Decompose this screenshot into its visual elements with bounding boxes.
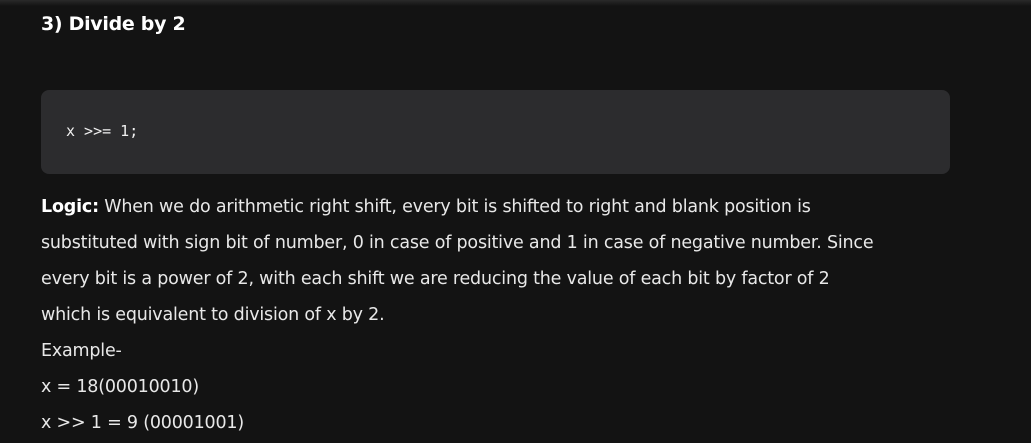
logic-line-text: When we do arithmetic right shift, every… — [98, 197, 811, 217]
example-line: x = 18(00010010) — [41, 377, 199, 397]
logic-line: substituted with sign bit of number, 0 i… — [41, 233, 874, 253]
logic-label: Logic: — [41, 197, 99, 217]
logic-line: every bit is a power of 2, with each shi… — [41, 269, 830, 289]
example-label: Example- — [41, 341, 122, 361]
article-content: Logic: When we do arithmetic right shift… — [41, 189, 941, 441]
section-heading: 3) Divide by 2 — [41, 13, 186, 35]
example-line: x >> 1 = 9 (00001001) — [41, 413, 244, 433]
logic-line: Logic: When we do arithmetic right shift… — [41, 189, 941, 225]
code-snippet: x >>= 1; — [66, 122, 139, 140]
example-paragraph: Example- x = 18(00010010) x >> 1 = 9 (00… — [41, 333, 941, 441]
logic-line: which is equivalent to division of x by … — [41, 305, 385, 325]
top-edge-shadow — [0, 0, 1031, 6]
logic-paragraph: Logic: When we do arithmetic right shift… — [41, 189, 941, 333]
code-block: x >>= 1; — [41, 90, 950, 174]
